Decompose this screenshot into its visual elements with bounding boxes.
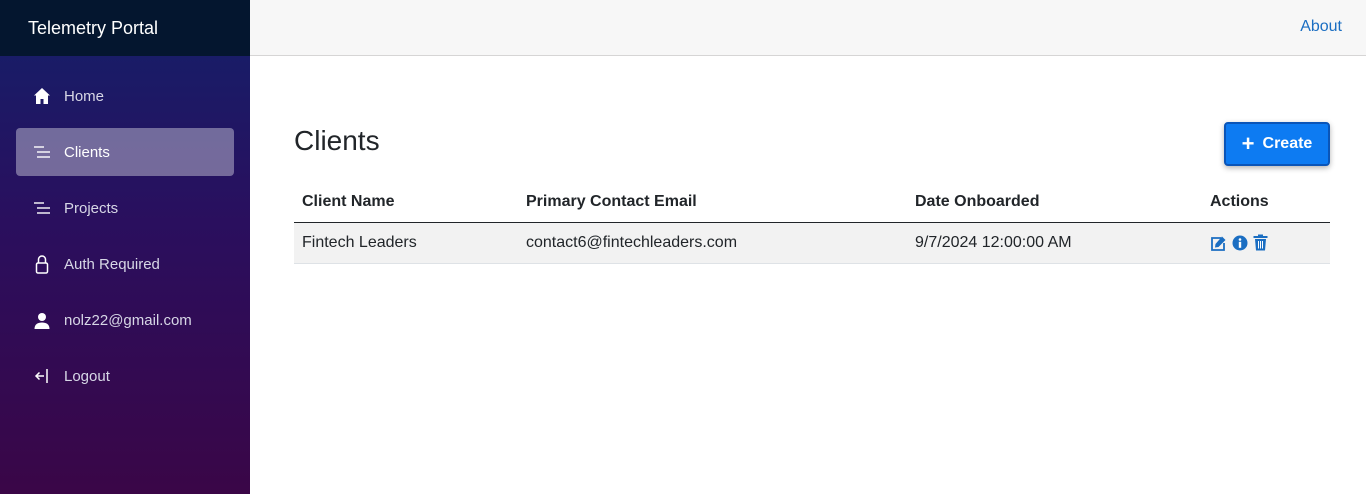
trash-icon[interactable] (1252, 234, 1269, 251)
logout-icon (32, 366, 52, 386)
table-row: Fintech Leaders contact6@fintechleaders.… (294, 222, 1330, 264)
info-icon[interactable] (1231, 234, 1248, 251)
lock-icon (32, 254, 52, 274)
sidebar-item-auth-required[interactable]: Auth Required (16, 240, 234, 288)
plus-icon: + (1241, 131, 1255, 156)
top-bar: About (250, 0, 1366, 56)
cell-date-onboarded: 9/7/2024 12:00:00 AM (907, 222, 1202, 264)
list-icon (32, 142, 52, 162)
column-header-email[interactable]: Primary Contact Email (518, 182, 907, 223)
sidebar-item-label: Auth Required (64, 255, 160, 273)
clients-table: Client Name Primary Contact Email Date O… (294, 182, 1330, 264)
sidebar-item-home[interactable]: Home (16, 72, 234, 120)
sidebar-item-projects[interactable]: Projects (16, 184, 234, 232)
cell-email: contact6@fintechleaders.com (518, 222, 907, 264)
sidebar-item-label: Clients (64, 143, 110, 161)
sidebar-item-label: nolz22@gmail.com (64, 311, 192, 329)
sidebar-item-label: Projects (64, 199, 119, 217)
about-link[interactable]: About (1300, 18, 1342, 36)
cell-actions (1202, 222, 1330, 264)
sidebar: Telemetry Portal Home Clients Projects A… (0, 0, 250, 494)
column-header-client-name[interactable]: Client Name (294, 182, 518, 223)
create-button[interactable]: + Create (1224, 122, 1330, 166)
table-header-row: Client Name Primary Contact Email Date O… (294, 182, 1330, 223)
sidebar-item-logout[interactable]: Logout (16, 352, 234, 400)
sidebar-item-label: Logout (64, 367, 110, 385)
create-button-label: Create (1262, 135, 1313, 152)
page-title: Clients (294, 125, 380, 156)
app-title[interactable]: Telemetry Portal (0, 0, 250, 56)
home-icon (32, 86, 52, 106)
list-icon (32, 198, 52, 218)
sidebar-nav: Home Clients Projects Auth Required nolz… (0, 56, 250, 400)
person-icon (32, 310, 52, 330)
sidebar-item-label: Home (64, 87, 105, 105)
sidebar-item-clients[interactable]: Clients (16, 128, 234, 176)
cell-client-name: Fintech Leaders (294, 222, 518, 264)
edit-icon[interactable] (1210, 234, 1227, 251)
sidebar-item-user[interactable]: nolz22@gmail.com (16, 296, 234, 344)
column-header-actions: Actions (1202, 182, 1330, 223)
column-header-date-onboarded[interactable]: Date Onboarded (907, 182, 1202, 223)
